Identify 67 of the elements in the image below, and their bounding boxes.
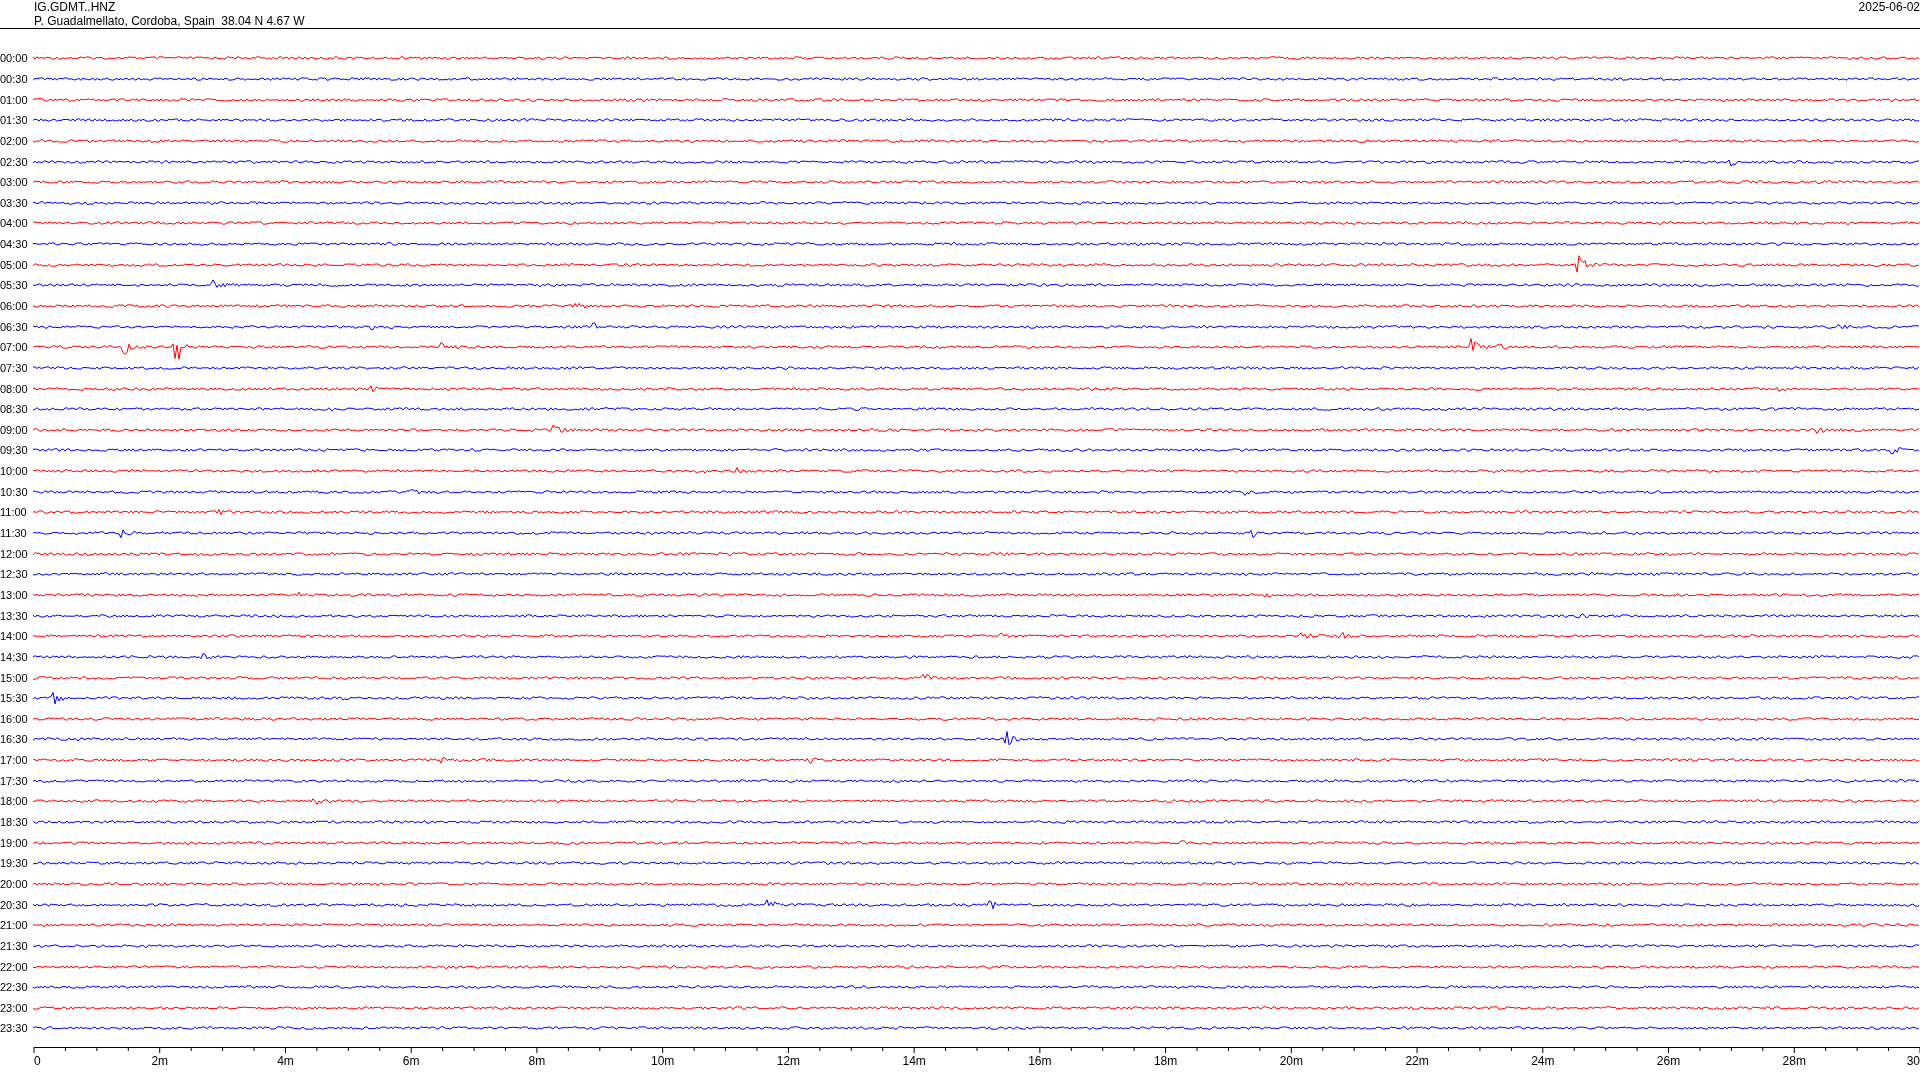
time-label: 00:00 <box>0 52 29 65</box>
time-label: 18:30 <box>0 816 29 828</box>
time-label: 16:30 <box>0 733 29 746</box>
tick-label: 14m <box>902 1053 926 1068</box>
time-label: 09:30 <box>0 444 29 457</box>
time-label: 04:00 <box>0 217 29 230</box>
time-label: 12:30 <box>0 568 29 581</box>
time-label: 15:00 <box>0 671 29 684</box>
time-label: 22:00 <box>0 960 29 973</box>
time-label: 12:00 <box>0 547 29 560</box>
tick-label: 16m <box>1028 1053 1052 1068</box>
tick-label: 28m <box>1782 1053 1806 1068</box>
time-label: 19:00 <box>0 836 29 849</box>
time-label: 08:00 <box>0 382 29 395</box>
time-label: 19:30 <box>0 857 29 870</box>
time-label: 20:00 <box>0 877 29 890</box>
tick-label: 0 <box>34 1053 41 1068</box>
time-label: 11:30 <box>0 527 28 540</box>
time-label: 21:30 <box>0 939 29 952</box>
time-label: 05:00 <box>0 258 29 271</box>
time-label: 13:30 <box>0 609 29 622</box>
time-label: 18:00 <box>0 795 29 808</box>
station-location: P. Guadalmellato, Cordoba, Spain 38.04 N 4.67 W <box>34 14 305 28</box>
time-label: 23:30 <box>0 1022 29 1035</box>
time-label: 16:00 <box>0 712 29 725</box>
time-label: 13:00 <box>0 588 29 601</box>
time-label: 07:00 <box>0 341 29 354</box>
time-label: 05:30 <box>0 279 29 292</box>
station-code: IG.GDMT..HNZ <box>34 0 117 14</box>
tick-label: 22m <box>1405 1053 1429 1068</box>
tick-label: 4m <box>277 1053 294 1068</box>
time-label: 07:30 <box>0 361 29 374</box>
time-label: 03:30 <box>0 196 29 209</box>
time-label: 09:00 <box>0 423 29 436</box>
tick-label: 8m <box>528 1053 546 1068</box>
tick-label: 24m <box>1531 1053 1555 1068</box>
tick-label: 12m <box>776 1053 801 1068</box>
time-label: 17:30 <box>0 774 29 787</box>
time-label: 23:00 <box>0 1001 29 1014</box>
tick-label: 6m <box>402 1053 420 1068</box>
time-label: 04:30 <box>0 238 29 251</box>
tick-label: 20m <box>1279 1053 1303 1068</box>
time-label: 02:30 <box>0 155 29 168</box>
time-label: 10:30 <box>0 485 29 498</box>
time-label: 00:30 <box>0 72 29 85</box>
tick-label: 18m <box>1153 1053 1178 1068</box>
time-label: 20:30 <box>0 898 29 911</box>
time-label: 03:00 <box>0 176 29 189</box>
date-label: 2025-06-02 <box>1858 0 1920 16</box>
tick-label: 30 <box>1906 1053 1920 1068</box>
time-label: 06:30 <box>0 320 29 333</box>
time-label: 01:30 <box>0 114 29 127</box>
time-label: 22:30 <box>0 981 29 994</box>
time-label: 06:00 <box>0 300 29 312</box>
time-label: 15:30 <box>0 692 29 705</box>
time-label: 11:00 <box>0 506 28 519</box>
time-label: 10:00 <box>0 465 29 478</box>
time-label: 14:00 <box>0 630 29 643</box>
time-label: 14:30 <box>0 650 29 663</box>
tick-label: 2m <box>151 1053 169 1068</box>
tick-label: 10m <box>651 1053 675 1068</box>
time-label: 17:00 <box>0 754 29 767</box>
time-label: 21:00 <box>0 919 29 932</box>
time-label: 02:00 <box>0 134 29 147</box>
tick-label: 26m <box>1656 1053 1681 1068</box>
time-label: 01:00 <box>0 93 29 106</box>
time-label: 08:30 <box>0 403 29 416</box>
